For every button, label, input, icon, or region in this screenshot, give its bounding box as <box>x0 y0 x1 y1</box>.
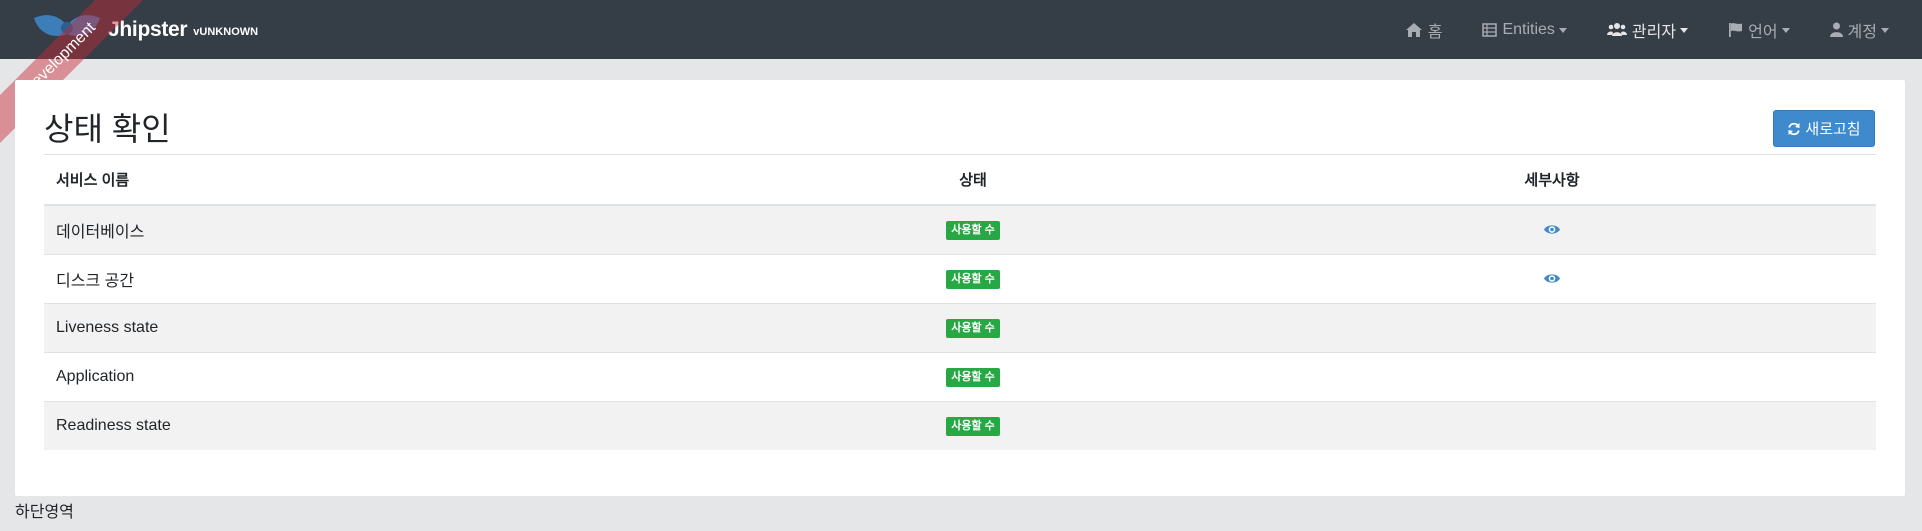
header-details: 세부사항 <box>1228 154 1876 206</box>
refresh-button[interactable]: 새로고침 <box>1773 110 1875 147</box>
status-badge: 사용할 수 <box>946 221 1000 240</box>
refresh-button-label: 새로고침 <box>1805 121 1861 138</box>
header-status: 상태 <box>718 154 1228 206</box>
status-badge: 사용할 수 <box>946 417 1000 436</box>
chevron-down-icon <box>1558 28 1567 33</box>
table-row: 데이터베이스 사용할 수 <box>44 204 1876 255</box>
nav-entities[interactable]: Entities <box>1482 20 1567 39</box>
footer-text: 하단영역 <box>15 504 74 521</box>
nav-home[interactable]: 홈 <box>1405 18 1443 42</box>
brand[interactable]: Jhipster vUNKNOWN <box>30 0 258 59</box>
status-badge: 사용할 수 <box>946 368 1000 387</box>
nav-admin-label: 관리자 <box>1631 23 1677 41</box>
chevron-down-icon <box>1781 28 1790 33</box>
sync-icon <box>1788 122 1801 135</box>
user-icon <box>1829 22 1843 37</box>
service-name: Application <box>44 352 718 402</box>
home-icon <box>1405 22 1422 37</box>
table-header-row: 서비스 이름 상태 세부사항 <box>44 154 1876 206</box>
nav-admin[interactable]: 관리자 <box>1606 18 1689 42</box>
table-row: Readiness state 사용할 수 <box>44 401 1876 450</box>
nav-language[interactable]: 언어 <box>1728 18 1790 42</box>
service-name: Liveness state <box>44 303 718 353</box>
nav-account-label: 계정 <box>1847 23 1877 41</box>
brand-version: vUNKNOWN <box>193 25 259 38</box>
nav-language-label: 언어 <box>1748 23 1778 41</box>
table-row: Liveness state 사용할 수 <box>44 303 1876 353</box>
health-card: 상태 확인 새로고침 서비스 이름 상태 세부사항 데이터베이스 사용할 수 디… <box>15 80 1905 496</box>
main-nav: 홈 Entities 관리자 언어 계정 <box>1365 0 1889 59</box>
status-badge: 사용할 수 <box>946 270 1000 289</box>
nav-entities-label: Entities <box>1502 20 1555 38</box>
service-name: 디스크 공간 <box>44 254 718 304</box>
status-badge: 사용할 수 <box>946 319 1000 338</box>
table-row: 디스크 공간 사용할 수 <box>44 254 1876 304</box>
table-row: Application 사용할 수 <box>44 352 1876 402</box>
page-title: 상태 확인 <box>44 111 171 147</box>
chevron-down-icon <box>1881 28 1889 33</box>
header-service-name: 서비스 이름 <box>44 154 718 206</box>
users-icon <box>1606 23 1627 36</box>
jhipster-logo-icon <box>34 14 100 36</box>
chevron-down-icon <box>1680 28 1689 33</box>
nav-account[interactable]: 계정 <box>1829 18 1889 42</box>
service-name: Readiness state <box>44 401 718 450</box>
flag-icon <box>1729 23 1743 37</box>
brand-name: Jhipster <box>108 17 188 41</box>
eye-icon[interactable] <box>1543 223 1561 236</box>
health-table: 서비스 이름 상태 세부사항 데이터베이스 사용할 수 디스크 공간 사용할 수 <box>44 154 1876 450</box>
service-name: 데이터베이스 <box>44 204 718 255</box>
table-icon <box>1482 22 1498 37</box>
navbar: Jhipster vUNKNOWN 홈 Entities 관리자 언어 계정 <box>0 0 1922 59</box>
eye-icon[interactable] <box>1543 272 1561 285</box>
nav-home-label: 홈 <box>1427 23 1443 41</box>
